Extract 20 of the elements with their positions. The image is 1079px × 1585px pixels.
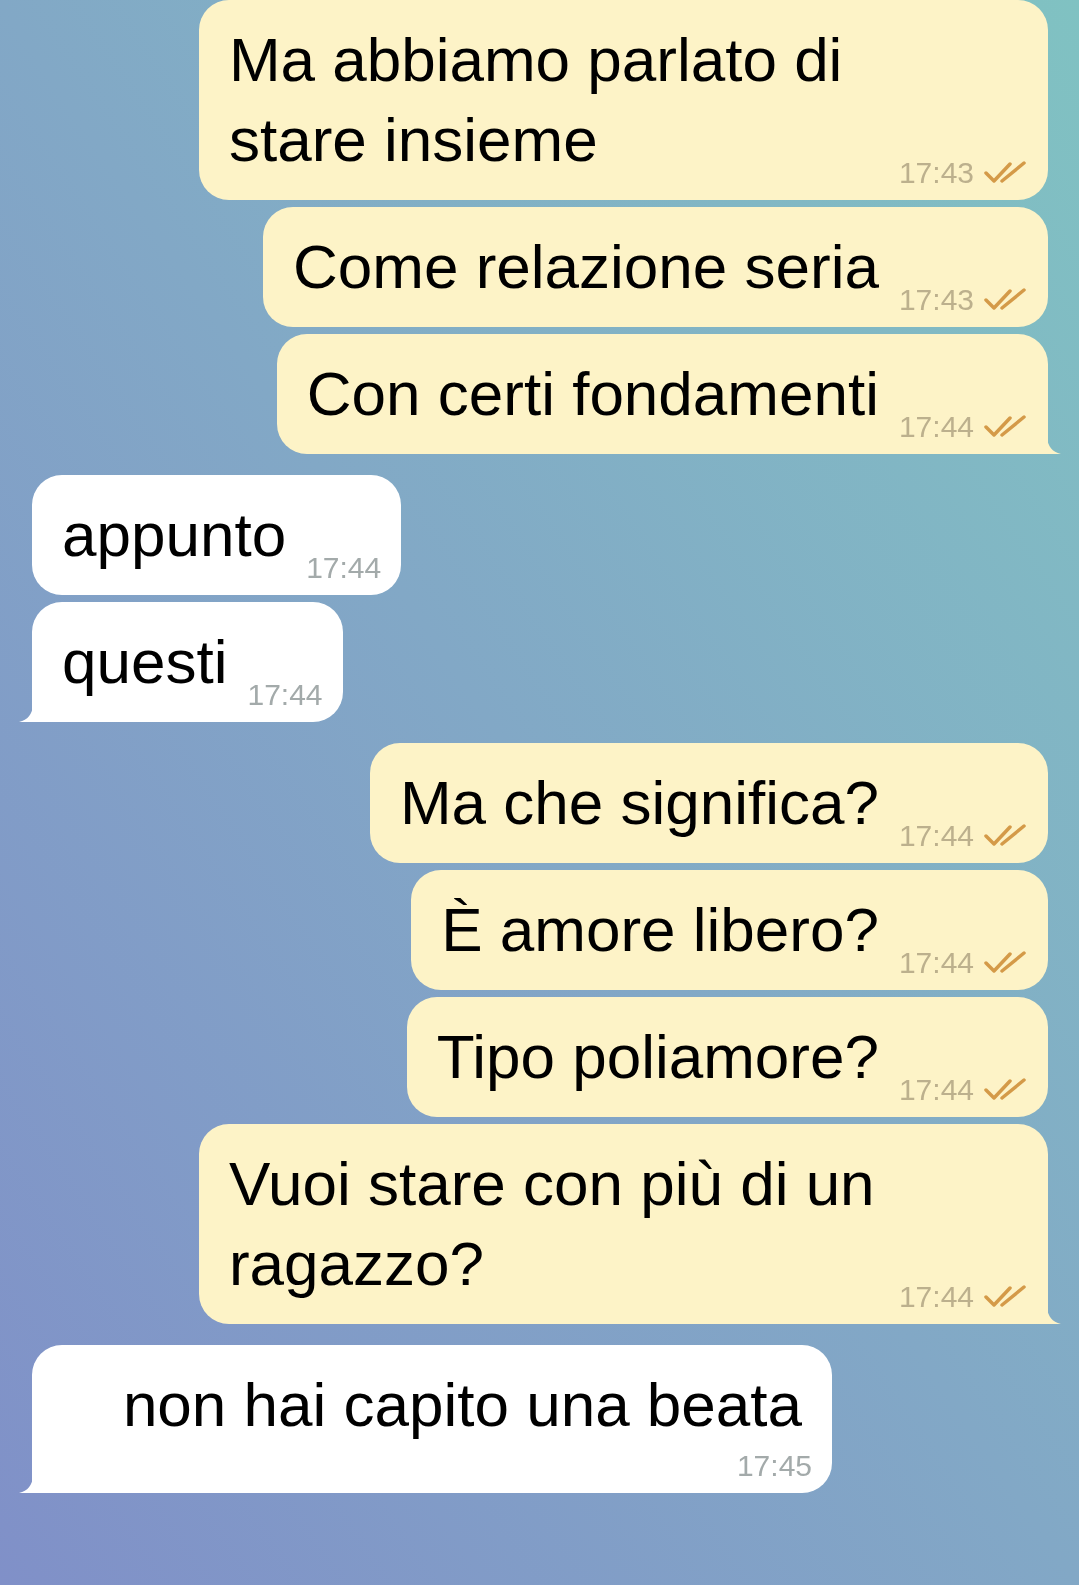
message-time: 17:44 — [898, 1282, 974, 1312]
message-text: È amore libero? — [441, 894, 879, 966]
message-text: appunto — [62, 499, 287, 571]
message-text: Ma che significa? — [399, 767, 879, 839]
message-time: 17:44 — [898, 1075, 974, 1105]
message-time: 17:43 — [898, 285, 974, 315]
message-time: 17:45 — [736, 1451, 812, 1481]
message-text: Ma abbiamo parlato di stare insieme — [228, 24, 844, 176]
message-time: 17:43 — [898, 158, 974, 188]
message-time: 17:44 — [898, 948, 974, 978]
message-time: 17:44 — [247, 680, 323, 710]
message-time: 17:44 — [898, 821, 974, 851]
message-text: Tipo poliamore? — [436, 1021, 879, 1093]
message-text: Come relazione seria — [293, 231, 879, 303]
message-time: 17:44 — [306, 553, 382, 583]
message-text: Vuoi stare con più di un ragazzo? — [228, 1148, 876, 1300]
message-time: 17:44 — [898, 412, 974, 442]
message-text: Con certi fondamenti — [306, 358, 879, 430]
message-text: questi — [62, 626, 228, 698]
message-text: non hai capito una beata — [122, 1369, 802, 1441]
